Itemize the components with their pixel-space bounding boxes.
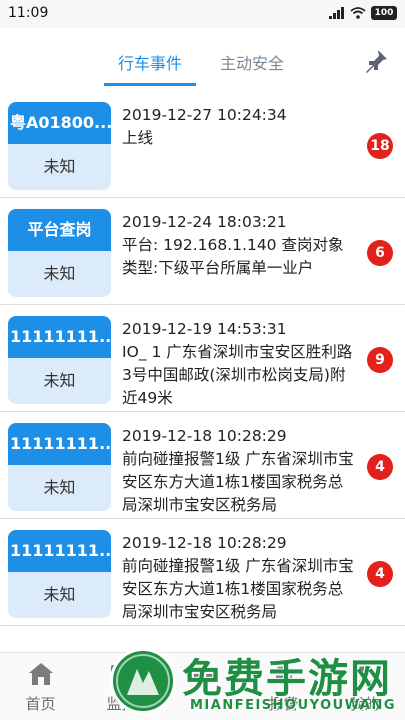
event-count-badge: 18 bbox=[367, 133, 393, 159]
pin-icon[interactable] bbox=[363, 48, 389, 74]
vehicle-card: 11111111... 未知 bbox=[8, 530, 111, 618]
event-details: 2019-12-27 10:24:34 上线 bbox=[122, 104, 354, 150]
signal-icon bbox=[329, 7, 344, 19]
watermark-emblem-icon bbox=[116, 654, 170, 708]
vehicle-plate: 11111111... bbox=[8, 530, 111, 572]
vehicle-card: 11111111... 未知 bbox=[8, 316, 111, 404]
event-details: 2019-12-18 10:28:29 前向碰撞报警1级 广东省深圳市宝安区东方… bbox=[122, 425, 354, 517]
vehicle-plate: 11111111... bbox=[8, 316, 111, 358]
vehicle-card: 11111111... 未知 bbox=[8, 423, 111, 511]
event-details: 2019-12-19 14:53:31 IO_ 1 广东省深圳市宝安区胜利路3号… bbox=[122, 318, 354, 410]
event-time: 2019-12-27 10:24:34 bbox=[122, 106, 287, 124]
list-item[interactable]: 11111111... 未知 2019-12-18 10:28:29 前向碰撞报… bbox=[0, 413, 405, 519]
vehicle-status: 未知 bbox=[43, 478, 76, 497]
status-icons: 100 bbox=[329, 6, 397, 20]
tab-driving-events[interactable]: 行车事件 bbox=[118, 50, 182, 74]
vehicle-plate: 11111111... bbox=[8, 423, 111, 465]
event-time: 2019-12-19 14:53:31 bbox=[122, 320, 287, 338]
vehicle-status: 未知 bbox=[43, 371, 76, 390]
event-count-badge: 4 bbox=[367, 561, 393, 587]
vehicle-card: 粤A01800... 未知 bbox=[8, 102, 111, 190]
watermark-title: 免费手游网 bbox=[182, 656, 392, 702]
active-tab-indicator bbox=[104, 83, 196, 86]
watermark-logo-icon bbox=[110, 648, 176, 714]
list-item[interactable]: 11111111... 未知 2019-12-18 10:28:29 前向碰撞报… bbox=[0, 520, 405, 626]
event-description: 上线 bbox=[122, 129, 154, 147]
watermark-subtitle: MIANFEISHOUYOUWANG bbox=[190, 698, 397, 713]
vehicle-status: 未知 bbox=[43, 585, 76, 604]
nav-item-home[interactable]: 首页 bbox=[0, 653, 81, 720]
home-icon bbox=[29, 663, 53, 685]
vehicle-card: 平台查岗 未知 bbox=[8, 209, 111, 297]
event-time: 2019-12-24 18:03:21 bbox=[122, 213, 287, 231]
status-time: 11:09 bbox=[8, 5, 49, 21]
list-item[interactable]: 平台查岗 未知 2019-12-24 18:03:21 平台: 192.168.… bbox=[0, 199, 405, 305]
status-bar: 11:09 100 bbox=[0, 0, 405, 28]
event-count-badge: 9 bbox=[367, 347, 393, 373]
event-count-badge: 6 bbox=[367, 240, 393, 266]
vehicle-plate: 粤A01800... bbox=[8, 102, 111, 144]
battery-icon: 100 bbox=[371, 6, 397, 20]
event-description: IO_ 1 广东省深圳市宝安区胜利路3号中国邮政(深圳市松岗支局)附近49米 bbox=[122, 343, 353, 407]
event-details: 2019-12-24 18:03:21 平台: 192.168.1.140 查岗… bbox=[122, 211, 354, 280]
nav-label-home: 首页 bbox=[25, 695, 56, 713]
event-description: 前向碰撞报警1级 广东省深圳市宝安区东方大道1栋1楼国家税务总局深圳市宝安区税务… bbox=[122, 557, 354, 621]
event-details: 2019-12-18 10:28:29 前向碰撞报警1级 广东省深圳市宝安区东方… bbox=[122, 532, 354, 624]
tab-active-safety[interactable]: 主动安全 bbox=[220, 50, 284, 74]
vehicle-status: 未知 bbox=[43, 157, 76, 176]
vehicle-status: 未知 bbox=[43, 264, 76, 283]
vehicle-plate: 平台查岗 bbox=[8, 209, 111, 251]
event-description: 平台: 192.168.1.140 查岗对象类型:下级平台所属单一业户 bbox=[122, 236, 344, 277]
list-item[interactable]: 粤A01800... 未知 2019-12-27 10:24:34 上线 18 bbox=[0, 92, 405, 198]
tab-bar: 行车事件 主动安全 bbox=[0, 28, 405, 88]
watermark: 免费手游网 MIANFEISHOUYOUWANG bbox=[104, 642, 405, 720]
event-time: 2019-12-18 10:28:29 bbox=[122, 427, 287, 445]
wifi-icon bbox=[350, 7, 366, 19]
event-description: 前向碰撞报警1级 广东省深圳市宝安区东方大道1栋1楼国家税务总局深圳市宝安区税务… bbox=[122, 450, 354, 514]
event-count-badge: 4 bbox=[367, 454, 393, 480]
list-item[interactable]: 11111111... 未知 2019-12-19 14:53:31 IO_ 1… bbox=[0, 306, 405, 412]
event-time: 2019-12-18 10:28:29 bbox=[122, 534, 287, 552]
